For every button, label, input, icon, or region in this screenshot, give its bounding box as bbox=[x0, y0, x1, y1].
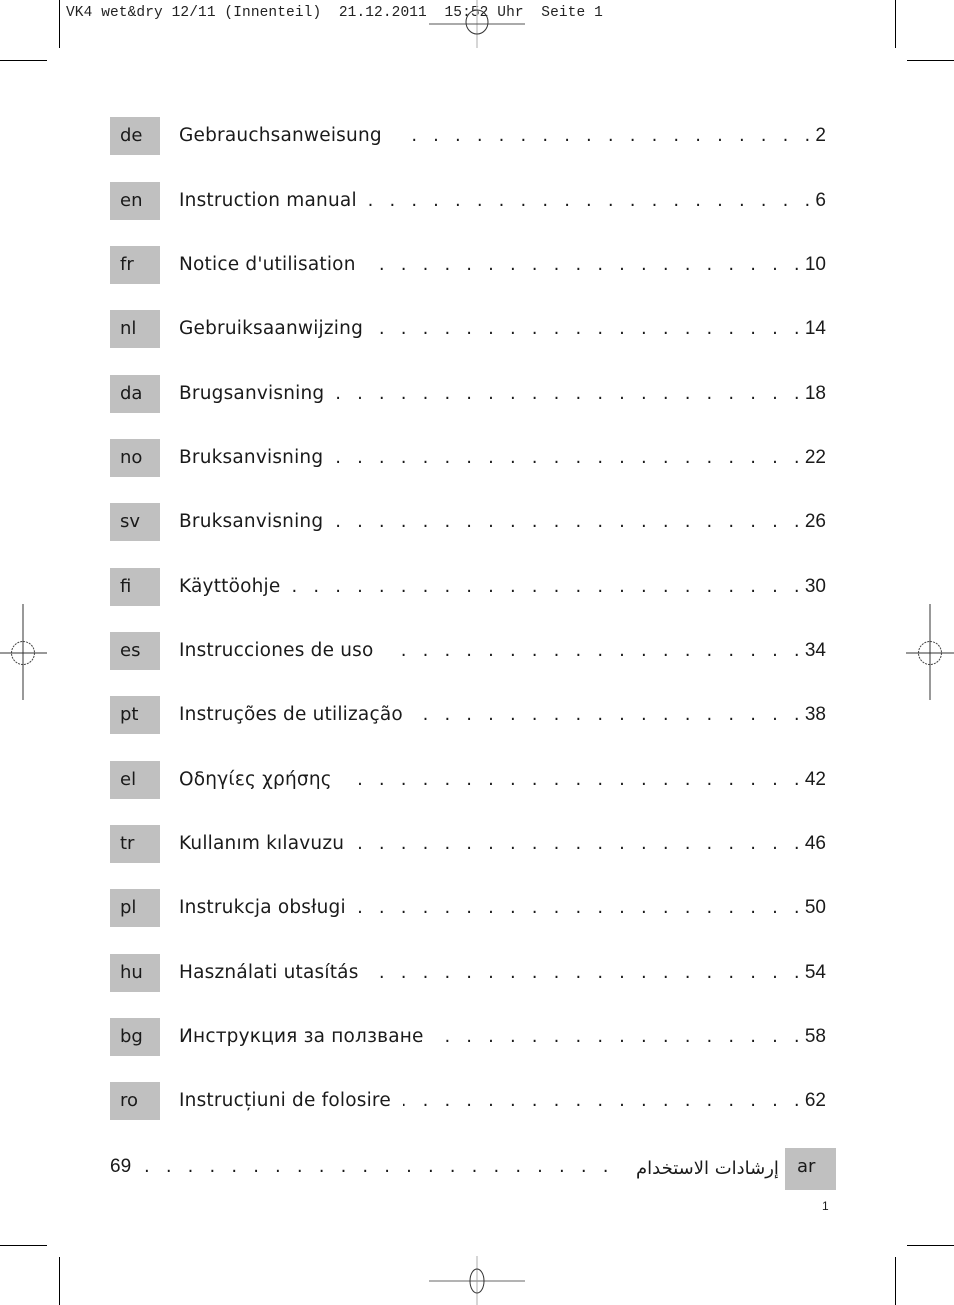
toc-entry-title: Инструкция за ползване bbox=[179, 1026, 424, 1047]
registration-mark-left-icon bbox=[0, 604, 47, 700]
language-code-badge: en bbox=[110, 182, 160, 220]
toc-entry-title: Notice d'utilisation bbox=[179, 254, 356, 275]
toc-entry-hu[interactable]: hu Használati utasítás . . . . . . . . . … bbox=[110, 954, 826, 992]
toc-entry-page: 62 bbox=[804, 1090, 826, 1111]
leader-dots: . . . . . . . . . . . . . . . . . . . . … bbox=[335, 447, 805, 468]
leader-dots: . . . . . . . . . . . . . . . . . . . . … bbox=[371, 962, 805, 983]
crop-mark-bottom-left-horizontal bbox=[0, 1245, 47, 1246]
crop-mark-top-right-horizontal bbox=[907, 60, 954, 61]
toc-entry-sv[interactable]: sv Bruksanvisning . . . . . . . . . . . .… bbox=[110, 503, 826, 541]
leader-dots: . . . . . . . . . . . . . . . . . . . . … bbox=[292, 576, 805, 597]
toc-entry-title: Instruções de utilização bbox=[179, 704, 403, 725]
registration-mark-bottom-icon bbox=[429, 1256, 525, 1305]
language-code-badge: es bbox=[110, 632, 160, 670]
leader-dots: . . . . . . . . . . . . . . . . . . . . … bbox=[436, 1026, 805, 1047]
leader-dots: . . . . . . . . . . . . . . . . . . . . … bbox=[356, 833, 805, 854]
toc-entry-page: 42 bbox=[804, 769, 826, 790]
toc-entry-title: Bruksanvisning bbox=[179, 511, 324, 532]
registration-mark-top-icon bbox=[429, 0, 525, 48]
leader-dots: . . . . . . . . . . . . . . . . . . . . … bbox=[375, 318, 805, 339]
language-code-badge: pt bbox=[110, 696, 160, 734]
language-code-badge: nl bbox=[110, 310, 160, 348]
toc-entry-page: 10 bbox=[804, 254, 826, 275]
toc-entry-page: 26 bbox=[804, 511, 826, 532]
toc-entry-fi[interactable]: fi Käyttöohje . . . . . . . . . . . . . .… bbox=[110, 568, 826, 606]
toc-entry-page: 6 bbox=[815, 190, 826, 211]
language-code-badge: el bbox=[110, 761, 160, 799]
toc-entry-nl[interactable]: nl Gebruiksaanwijzing . . . . . . . . . .… bbox=[110, 310, 826, 348]
toc-entry-page: 30 bbox=[804, 576, 826, 597]
registration-mark-right-icon bbox=[906, 604, 954, 700]
crop-mark-bottom-left-vertical bbox=[59, 1257, 60, 1305]
toc-entry-page: 50 bbox=[804, 897, 826, 918]
language-code-badge: fr bbox=[110, 246, 160, 284]
toc-entry-page: 18 bbox=[804, 383, 826, 404]
toc-entry-page: 22 bbox=[804, 447, 826, 468]
toc-entry-title: Bruksanvisning bbox=[179, 447, 324, 468]
crop-mark-bottom-right-horizontal bbox=[907, 1245, 954, 1246]
toc-entry-title: Instrucciones de uso bbox=[179, 640, 374, 661]
toc-entry-tr[interactable]: tr Kullanım kılavuzu . . . . . . . . . . … bbox=[110, 825, 826, 863]
language-code-badge: no bbox=[110, 439, 160, 477]
toc-entry-title: Használati utasítás bbox=[179, 962, 359, 983]
toc-entry-title: إرشادات الاستخدام bbox=[636, 1158, 779, 1179]
toc-entry-fr[interactable]: fr Notice d'utilisation . . . . . . . . .… bbox=[110, 246, 826, 284]
toc-entry-page: 54 bbox=[804, 962, 826, 983]
toc-entry-page: 58 bbox=[804, 1026, 826, 1047]
language-code-badge: ro bbox=[110, 1082, 160, 1120]
leader-dots: . . . . . . . . . . . . . . . . . . . . … bbox=[144, 1156, 624, 1177]
toc-entry-de[interactable]: de Gebrauchsanweisung . . . . . . . . . .… bbox=[110, 117, 826, 155]
toc-entry-bg[interactable]: bg Инструкция за ползване . . . . . . . .… bbox=[110, 1018, 826, 1056]
language-code-badge: bg bbox=[110, 1018, 160, 1056]
toc-entry-title: Gebruiksaanwijzing bbox=[179, 318, 364, 339]
language-code-badge: fi bbox=[110, 568, 160, 606]
leader-dots: . . . . . . . . . . . . . . . . . . . . … bbox=[336, 383, 805, 404]
toc-entry-el[interactable]: el Οδηγίες χρήσης . . . . . . . . . . . .… bbox=[110, 761, 826, 799]
crop-mark-bottom-right-vertical bbox=[895, 1257, 896, 1305]
toc-entry-title: Brugsanvisning bbox=[179, 383, 325, 404]
leader-dots: . . . . . . . . . . . . . . . . . . . . … bbox=[415, 704, 805, 725]
toc-entry-title: Instrukcja obsługi bbox=[179, 897, 346, 918]
toc-entry-page: 69 bbox=[110, 1156, 132, 1177]
leader-dots: . . . . . . . . . . . . . . . . . . . . … bbox=[344, 769, 805, 790]
leader-dots: . . . . . . . . . . . . . . . . . . . . … bbox=[369, 190, 816, 211]
page-number: 1 bbox=[822, 1199, 829, 1213]
leader-dots: . . . . . . . . . . . . . . . . . . . . … bbox=[357, 897, 805, 918]
leader-dots: . . . . . . . . . . . . . . . . . . . . … bbox=[386, 640, 805, 661]
language-code-badge: tr bbox=[110, 825, 160, 863]
toc-entry-page: 38 bbox=[804, 704, 826, 725]
toc-entry-ar[interactable]: 69 . . . . . . . . . . . . . . . . . . .… bbox=[110, 1148, 836, 1190]
toc-entry-title: Instruction manual bbox=[179, 190, 357, 211]
toc-entry-page: 34 bbox=[804, 640, 826, 661]
toc-entry-es[interactable]: es Instrucciones de uso . . . . . . . . .… bbox=[110, 632, 826, 670]
language-code-badge: hu bbox=[110, 954, 160, 992]
toc-entry-ro[interactable]: ro Instrucțiuni de folosire . . . . . . .… bbox=[110, 1082, 826, 1120]
leader-dots: . . . . . . . . . . . . . . . . . . . . … bbox=[394, 125, 816, 146]
crop-mark-top-left-vertical bbox=[59, 0, 60, 48]
toc-entry-en[interactable]: en Instruction manual . . . . . . . . . .… bbox=[110, 182, 826, 220]
toc-entry-pt[interactable]: pt Instruções de utilização . . . . . . .… bbox=[110, 696, 826, 734]
toc-entry-pl[interactable]: pl Instrukcja obsługi . . . . . . . . . .… bbox=[110, 889, 826, 927]
toc-entry-no[interactable]: no Bruksanvisning . . . . . . . . . . . .… bbox=[110, 439, 826, 477]
language-code-badge: de bbox=[110, 117, 160, 155]
toc-entry-title: Gebrauchsanweisung bbox=[179, 125, 382, 146]
leader-dots: . . . . . . . . . . . . . . . . . . . . … bbox=[335, 511, 805, 532]
toc-entry-page: 14 bbox=[804, 318, 826, 339]
toc-entry-title: Käyttöohje bbox=[179, 576, 281, 597]
toc-entry-page: 2 bbox=[815, 125, 826, 146]
language-code-badge: ar bbox=[785, 1148, 836, 1190]
toc-entry-title: Οδηγίες χρήσης bbox=[179, 769, 332, 790]
language-code-badge: pl bbox=[110, 889, 160, 927]
language-code-badge: da bbox=[110, 375, 160, 413]
crop-mark-top-left-horizontal bbox=[0, 60, 47, 61]
toc-entry-title: Instrucțiuni de folosire bbox=[179, 1090, 391, 1111]
crop-mark-top-right-vertical bbox=[895, 0, 896, 48]
leader-dots: . . . . . . . . . . . . . . . . . . . . … bbox=[403, 1090, 805, 1111]
language-code-badge: sv bbox=[110, 503, 160, 541]
toc-entry-da[interactable]: da Brugsanvisning . . . . . . . . . . . .… bbox=[110, 375, 826, 413]
toc-entry-title: Kullanım kılavuzu bbox=[179, 833, 345, 854]
leader-dots: . . . . . . . . . . . . . . . . . . . . … bbox=[368, 254, 805, 275]
toc-entry-page: 46 bbox=[804, 833, 826, 854]
